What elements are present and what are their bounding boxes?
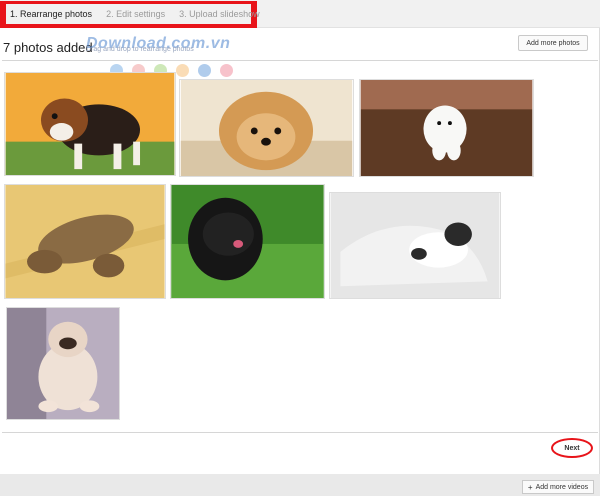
watermark-dot: [176, 64, 189, 77]
step-upload[interactable]: 3. Upload slideshow: [179, 9, 260, 19]
puppy-photo-icon: [180, 80, 353, 176]
steps-list: 1. Rearrange photos 2. Edit settings 3. …: [6, 4, 260, 24]
main-panel: 1. Rearrange photos 2. Edit settings 3. …: [0, 0, 600, 474]
step-edit-settings[interactable]: 2. Edit settings: [106, 9, 165, 19]
add-more-videos-label: Add more videos: [535, 483, 589, 491]
page-title: 7 photos added: [3, 40, 93, 55]
next-button[interactable]: Next: [558, 441, 586, 455]
puppy-photo-icon: [360, 80, 533, 176]
puppy-photo-icon: [5, 185, 165, 298]
watermark-dot: [220, 64, 233, 77]
watermark-dot: [198, 64, 211, 77]
puppy-photo-icon: [330, 193, 500, 298]
app-frame: 1. Rearrange photos 2. Edit settings 3. …: [0, 0, 600, 496]
photo-pomeranian-white[interactable]: [359, 79, 534, 177]
photo-french-bulldog[interactable]: [329, 192, 501, 299]
watermark-subtext: Drag and drop to rearrange photos: [86, 46, 194, 53]
photo-sleeping-puppy[interactable]: [4, 184, 166, 299]
photo-pomeranian-brown[interactable]: [179, 79, 354, 177]
step-bar: 1. Rearrange photos 2. Edit settings 3. …: [0, 0, 600, 28]
photo-sitting-bulldog[interactable]: [6, 307, 120, 420]
photo-beagle-puppy[interactable]: [4, 72, 176, 176]
puppy-photo-icon: [171, 185, 324, 298]
add-more-videos-button[interactable]: + Add more videos: [522, 480, 594, 494]
photo-black-pug[interactable]: [170, 184, 325, 299]
plus-icon: +: [527, 482, 533, 492]
puppy-photo-icon: [5, 73, 175, 175]
step-rearrange[interactable]: 1. Rearrange photos: [10, 9, 92, 19]
divider: [2, 432, 598, 433]
divider: [2, 60, 598, 61]
puppy-photo-icon: [7, 308, 119, 419]
add-more-photos-button[interactable]: Add more photos: [518, 35, 588, 51]
